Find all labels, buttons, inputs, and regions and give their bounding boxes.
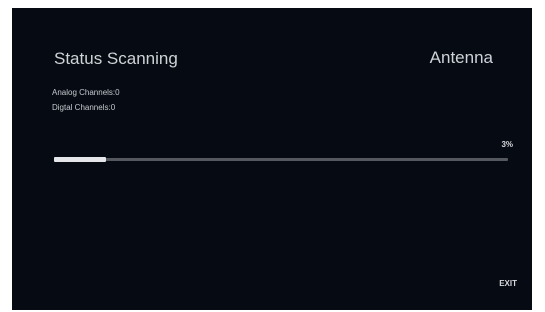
digital-channels-count: Digtal Channels:0: [52, 103, 116, 112]
analog-channels-count: Analog Channels:0: [52, 88, 120, 97]
progress-percent: 3%: [501, 140, 513, 149]
scan-progress-bar: [54, 157, 508, 162]
scan-progress-fill: [54, 157, 106, 162]
page-title: Status Scanning: [54, 49, 178, 68]
exit-button[interactable]: EXIT: [499, 279, 517, 288]
source-label: Antenna: [429, 48, 493, 67]
scan-screen: Status Scanning Antenna Analog Channels:…: [12, 8, 532, 310]
